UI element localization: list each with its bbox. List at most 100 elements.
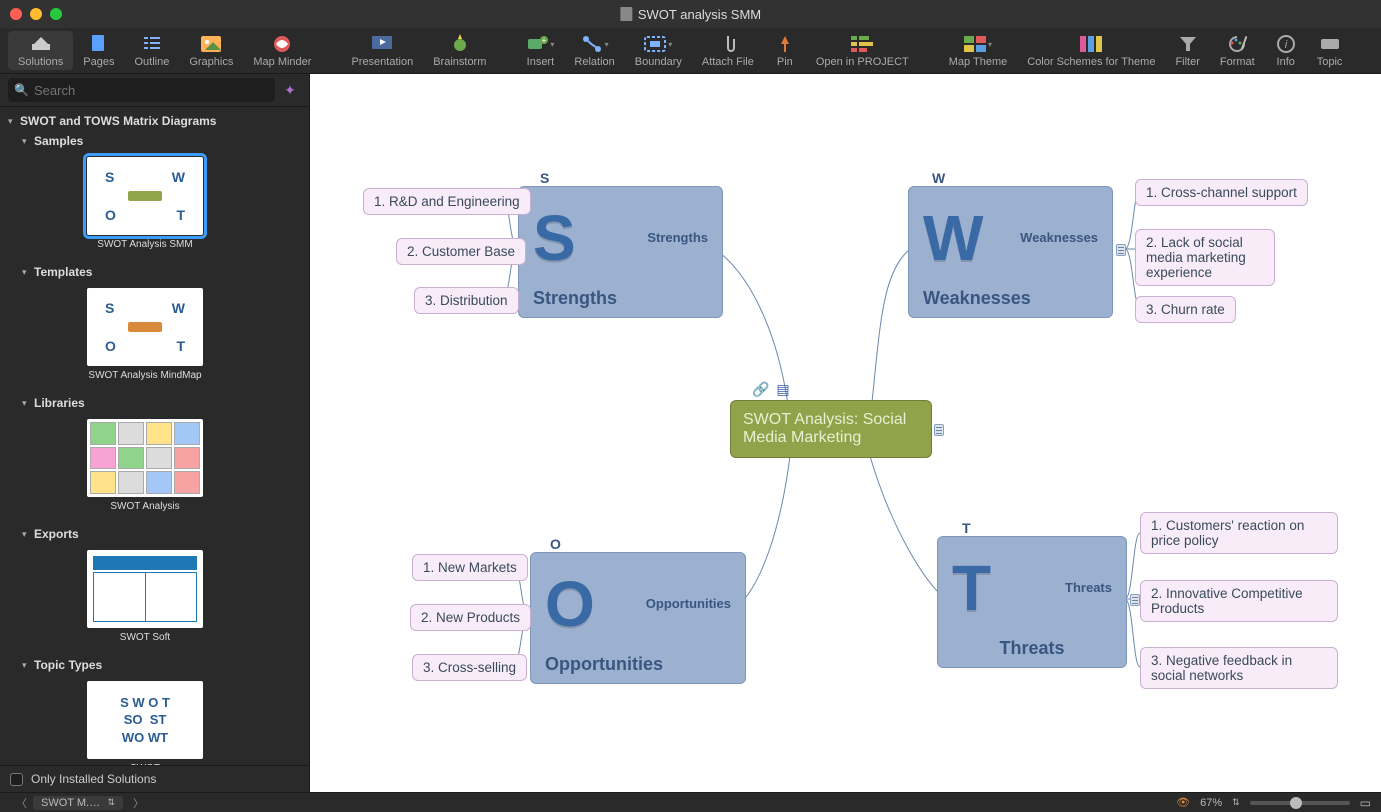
library-thumb-caption: SWOT Analysis	[80, 501, 210, 512]
minimize-window-button[interactable]	[30, 8, 42, 20]
page-tab[interactable]: SWOT M... (1/2) ⇅	[33, 796, 123, 810]
topictype-thumb[interactable]: S W O TSO STWO WT SWOT	[60, 681, 230, 774]
map-theme-icon	[964, 33, 986, 55]
maximize-window-button[interactable]	[50, 8, 62, 20]
toolbar-map-theme[interactable]: ▾ Map Theme	[939, 31, 1018, 70]
center-topic-icons: 🔗 ▤	[752, 380, 792, 398]
handle-center[interactable]	[934, 424, 944, 436]
search-icon: 🔍	[14, 83, 29, 97]
toolbar-mapminder[interactable]: Map Minder	[243, 31, 321, 70]
chevron-down-icon: ▾	[605, 40, 609, 49]
eye-icon[interactable]: 👁	[1176, 796, 1190, 809]
w-item-1[interactable]: 1. Cross-channel support	[1135, 179, 1308, 206]
box-opportunities[interactable]: OOpportunities Opportunities	[530, 552, 746, 684]
mapminder-icon	[271, 33, 293, 55]
t-item-1[interactable]: 1. Customers' reaction on price policy	[1140, 512, 1338, 554]
zoom-slider[interactable]	[1250, 801, 1350, 805]
search-input[interactable]	[8, 78, 275, 102]
filter-icon	[1177, 33, 1199, 55]
o-item-2[interactable]: 2. New Products	[410, 604, 531, 631]
export-thumb-preview[interactable]	[87, 550, 203, 628]
note-icon[interactable]: ▤	[774, 380, 792, 398]
toolbar-open-project[interactable]: Open in PROJECT	[806, 31, 919, 70]
toolbar-info[interactable]: i Info	[1265, 31, 1307, 70]
box-threats[interactable]: TThreats Threats	[937, 536, 1127, 668]
toolbar-boundary[interactable]: ▾ Boundary	[625, 31, 692, 70]
toolbar-graphics[interactable]: Graphics	[179, 31, 243, 70]
chevron-down-icon: ▾	[988, 40, 992, 49]
link-icon[interactable]: 🔗	[752, 380, 770, 398]
canvas[interactable]: S SStrengths Strengths 1. R&D and Engine…	[310, 74, 1381, 792]
label-T: T	[962, 520, 971, 536]
toolbar-color-schemes[interactable]: Color Schemes for Theme	[1017, 31, 1165, 70]
tree-section-exports[interactable]: ▾ Exports	[0, 524, 309, 544]
toolbar-topic[interactable]: Topic	[1307, 31, 1353, 70]
toolbar-pin[interactable]: Pin	[764, 31, 806, 70]
nav-forward-button[interactable]: 〉	[127, 795, 150, 811]
library-thumb-preview[interactable]	[87, 419, 203, 497]
tree-root[interactable]: ▾ SWOT and TOWS Matrix Diagrams	[0, 111, 309, 131]
toolbar-solutions[interactable]: Solutions	[8, 31, 73, 70]
tab-stepper-icon[interactable]: ⇅	[107, 797, 115, 808]
o-item-1[interactable]: 1. New Markets	[412, 554, 528, 581]
close-window-button[interactable]	[10, 8, 22, 20]
handle-T[interactable]	[1130, 594, 1140, 606]
nav-back-button[interactable]: 〈	[10, 795, 33, 811]
export-thumb[interactable]: SWOT Soft	[60, 550, 230, 643]
center-topic[interactable]: SWOT Analysis: Social Media Marketing	[730, 400, 932, 458]
library-thumb[interactable]: SWOT Analysis	[60, 419, 230, 512]
tree-section-templates[interactable]: ▾ Templates	[0, 262, 309, 282]
handle-W[interactable]	[1116, 244, 1126, 256]
document-icon	[620, 7, 632, 21]
sample-thumb[interactable]: SWOT SWOT Analysis SMM	[60, 157, 230, 250]
titlebar: SWOT analysis SMM	[0, 0, 1381, 28]
window-title-text: SWOT analysis SMM	[638, 7, 761, 22]
sidebar-footer: Only Installed Solutions	[0, 765, 309, 792]
color-schemes-icon	[1080, 33, 1102, 55]
label-S: S	[540, 170, 549, 186]
tree-section-samples[interactable]: ▾ Samples	[0, 131, 309, 151]
toolbar-brainstorm[interactable]: Brainstorm	[423, 31, 496, 70]
relation-icon	[581, 33, 603, 55]
only-installed-label: Only Installed Solutions	[31, 772, 156, 786]
search-extension-button[interactable]: ✦	[279, 79, 301, 101]
w-item-2[interactable]: 2. Lack of social media marketing experi…	[1135, 229, 1275, 286]
toolbar-outline[interactable]: Outline	[124, 31, 179, 70]
toolbar-relation[interactable]: ▾ Relation	[564, 31, 624, 70]
template-thumb[interactable]: SWOT SWOT Analysis MindMap	[60, 288, 230, 381]
chevron-down-icon: ▾	[550, 40, 554, 49]
sample-thumb-preview[interactable]: SWOT	[87, 157, 203, 235]
box-weaknesses[interactable]: WWeaknesses Weaknesses	[908, 186, 1113, 318]
tree-section-libraries[interactable]: ▾ Libraries	[0, 393, 309, 413]
solutions-icon	[30, 33, 52, 55]
outline-icon	[141, 33, 163, 55]
box-strengths[interactable]: SStrengths Strengths	[518, 186, 723, 318]
t-item-3[interactable]: 3. Negative feedback in social networks	[1140, 647, 1338, 689]
only-installed-checkbox[interactable]	[10, 773, 23, 786]
o-item-3[interactable]: 3. Cross-selling	[412, 654, 527, 681]
template-thumb-preview[interactable]: SWOT	[87, 288, 203, 366]
insert-icon: +	[526, 33, 548, 55]
template-thumb-caption: SWOT Analysis MindMap	[80, 370, 210, 381]
presentation-icon	[371, 33, 393, 55]
toolbar-attach-file[interactable]: Attach File	[692, 31, 764, 70]
toolbar-presentation[interactable]: Presentation	[341, 31, 423, 70]
toolbar-format[interactable]: Format	[1210, 31, 1265, 70]
toolbar-insert[interactable]: +▾ Insert	[516, 31, 564, 70]
brainstorm-icon	[449, 33, 471, 55]
s-item-2[interactable]: 2. Customer Base	[396, 238, 526, 265]
s-item-1[interactable]: 1. R&D and Engineering	[363, 188, 531, 215]
w-item-3[interactable]: 3. Churn rate	[1135, 296, 1236, 323]
fit-page-icon[interactable]: ▭	[1360, 796, 1371, 810]
t-item-2[interactable]: 2. Innovative Competitive Products	[1140, 580, 1338, 622]
s-item-3[interactable]: 3. Distribution	[414, 287, 519, 314]
tree-section-topic-types[interactable]: ▾ Topic Types	[0, 655, 309, 675]
topictype-thumb-preview[interactable]: S W O TSO STWO WT	[87, 681, 203, 759]
zoom-slider-knob[interactable]	[1290, 797, 1302, 809]
toolbar-filter[interactable]: Filter	[1165, 31, 1209, 70]
svg-text:i: i	[1285, 39, 1288, 51]
pages-icon	[88, 33, 110, 55]
zoom-stepper-icon[interactable]: ⇅	[1232, 797, 1240, 808]
toolbar-pages[interactable]: Pages	[73, 31, 124, 70]
sample-thumb-caption: SWOT Analysis SMM	[80, 239, 210, 250]
